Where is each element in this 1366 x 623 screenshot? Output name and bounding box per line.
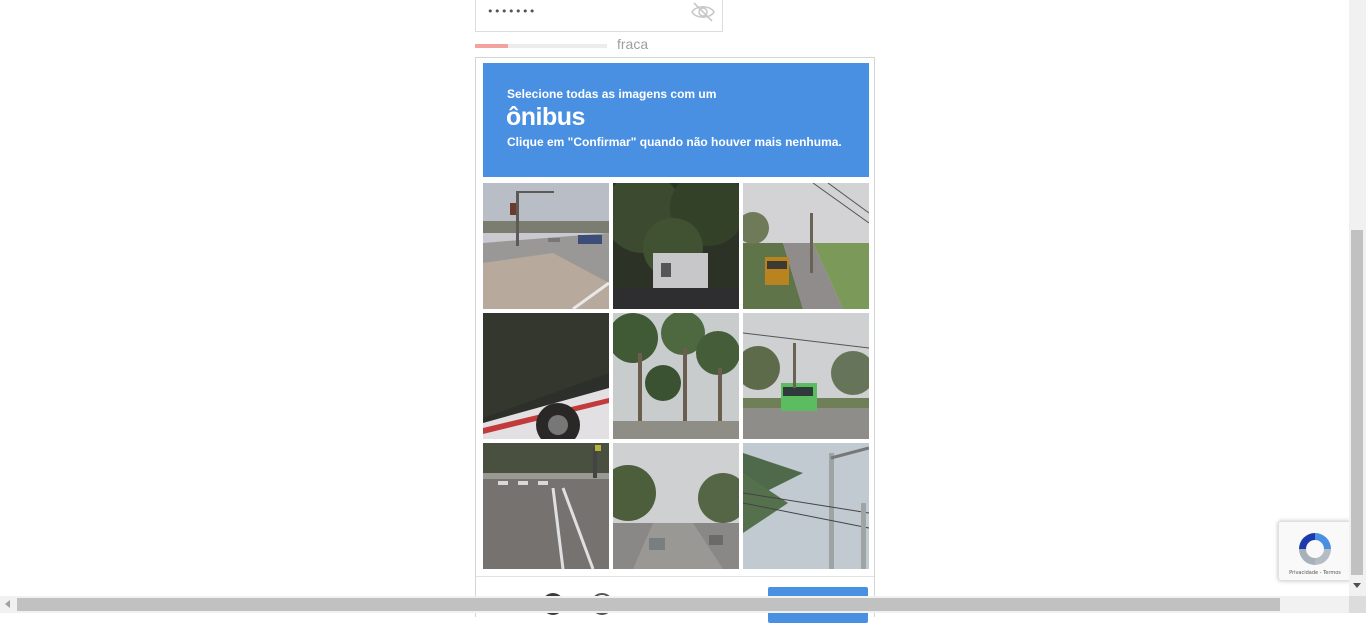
captcha-tile-4[interactable]: [483, 313, 609, 439]
captcha-tile-6[interactable]: [743, 313, 869, 439]
horizontal-scrollbar[interactable]: [0, 596, 1366, 613]
password-strength-bar: [475, 44, 607, 48]
vertical-scrollbar[interactable]: [1349, 0, 1366, 596]
captcha-tile-8[interactable]: [613, 443, 739, 569]
captcha-tile-7[interactable]: [483, 443, 609, 569]
password-strength-fill: [475, 44, 508, 48]
captcha-tile-1[interactable]: [483, 183, 609, 309]
horizontal-scrollbar-thumb[interactable]: [17, 598, 1280, 611]
captcha-tile-9[interactable]: [743, 443, 869, 569]
captcha-hint: Clique em "Confirmar" quando não houver …: [507, 135, 842, 149]
recaptcha-privacy-terms[interactable]: Privacidade - Termos: [1279, 570, 1351, 576]
captcha-instruction: Selecione todas as imagens com um: [507, 87, 717, 101]
scroll-down-arrow-icon[interactable]: [1353, 583, 1361, 588]
captcha-challenge: Selecione todas as imagens com um ônibus…: [475, 57, 875, 623]
recaptcha-badge[interactable]: Privacidade - Termos: [1278, 521, 1350, 581]
password-strength-label: fraca: [617, 36, 649, 52]
captcha-tile-5[interactable]: [613, 313, 739, 439]
recaptcha-logo-icon: [1295, 529, 1335, 569]
scroll-left-arrow-icon[interactable]: [5, 600, 10, 608]
password-masked-value: •••••••: [487, 5, 536, 18]
password-input[interactable]: •••••••: [475, 0, 723, 32]
vertical-scrollbar-thumb[interactable]: [1351, 230, 1363, 575]
captcha-tile-2[interactable]: [613, 183, 739, 309]
captcha-tile-3[interactable]: [743, 183, 869, 309]
scrollbar-corner: [1349, 596, 1366, 613]
eye-off-icon[interactable]: [690, 1, 716, 23]
captcha-keyword: ônibus: [506, 103, 585, 131]
captcha-header: Selecione todas as imagens com um ônibus…: [483, 63, 869, 177]
